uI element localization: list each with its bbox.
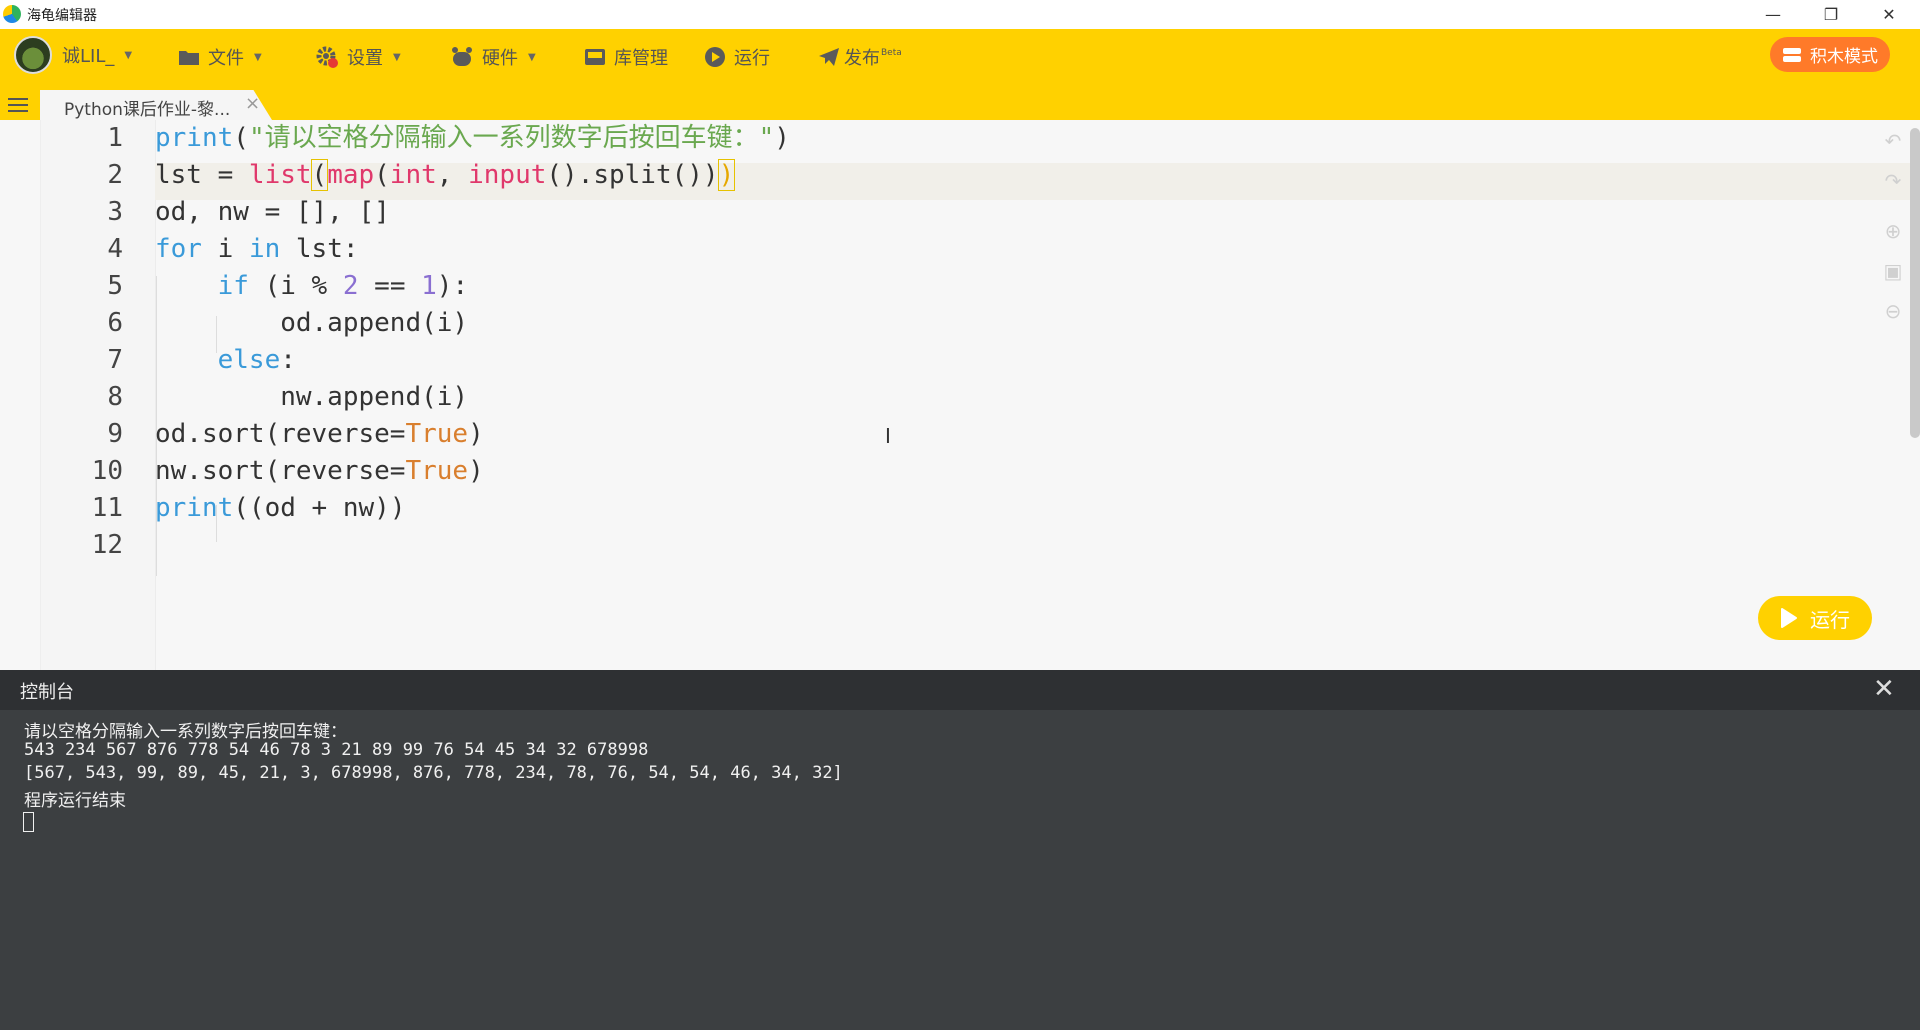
close-window-button[interactable]: ✕	[1860, 0, 1918, 29]
console-line: 543 234 567 876 778 54 46 78 3 21 89 99 …	[24, 740, 649, 760]
terminal-cursor	[23, 812, 34, 832]
avatar	[14, 36, 52, 74]
hamburger-menu-icon[interactable]	[8, 90, 32, 120]
code-text: for i in lst:	[155, 234, 359, 264]
tab-python-homework[interactable]: Python课后作业-黎... ×	[40, 90, 272, 120]
line-number: 1	[107, 123, 123, 153]
paper-plane-icon	[818, 47, 840, 67]
block-mode-button[interactable]: 积木模式	[1770, 37, 1890, 72]
title-bar: 海龟编辑器 — ❐ ✕	[0, 0, 1920, 29]
text-cursor-icon: I	[885, 424, 891, 448]
line-number: 5	[107, 271, 123, 301]
tab-label: Python课后作业-黎...	[64, 100, 231, 120]
code-line: 3 od, nw = [], []	[0, 194, 1900, 231]
reset-zoom-icon[interactable]: ▣	[1882, 260, 1904, 282]
play-circle-icon	[704, 46, 726, 68]
user-name: 诚LIL_	[62, 46, 115, 67]
code-text: if (i % 2 == 1):	[217, 271, 469, 301]
file-menu[interactable]: 文件 ▼	[178, 43, 262, 71]
settings-menu[interactable]: 设置 ▼	[315, 43, 401, 71]
redo-icon[interactable]: ↷	[1882, 170, 1904, 192]
run-label: 运行	[734, 48, 770, 69]
code-line: 8 nw.append(i)	[0, 379, 1900, 416]
window-title: 海龟编辑器	[27, 8, 97, 24]
library-label: 库管理	[614, 48, 668, 69]
console-header: 控制台 ✕	[0, 670, 1920, 710]
user-menu[interactable]: 诚LIL_ ▼	[14, 36, 133, 74]
tab-bar	[0, 90, 1920, 120]
hardware-menu-label: 硬件	[482, 48, 518, 69]
line-number: 12	[91, 530, 123, 560]
code-line: 6 od.append(i)	[0, 305, 1900, 342]
code-line: 1 print("请以空格分隔输入一系列数字后按回车键：")	[0, 120, 1900, 157]
block-mode-label: 积木模式	[1810, 47, 1878, 67]
beta-badge: Beta	[881, 48, 902, 58]
line-number: 8	[107, 382, 123, 412]
robot-icon	[450, 46, 474, 68]
maximize-button[interactable]: ❐	[1802, 0, 1860, 29]
code-line: 4 for i in lst:	[0, 231, 1900, 268]
code-editor[interactable]: 1 print("请以空格分隔输入一系列数字后按回车键：") 2 lst = lis…	[0, 120, 1920, 670]
line-number: 7	[107, 345, 123, 375]
code-line: 11 print((od + nw))	[0, 490, 1900, 527]
toolbar-run-button[interactable]: 运行	[704, 43, 770, 71]
main-toolbar: 诚LIL_ ▼ 文件 ▼ 设置 ▼ 硬件 ▼ 库管理 运行 发布 Beta	[0, 29, 1920, 90]
line-number: 6	[107, 308, 123, 338]
code-line: 10 nw.sort(reverse=True)	[0, 453, 1900, 490]
code-text: print((od + nw))	[155, 493, 406, 523]
editor-scrollbar[interactable]	[1910, 128, 1920, 438]
console-title: 控制台	[20, 682, 74, 703]
console-close-icon[interactable]: ✕	[1873, 674, 1895, 704]
zoom-out-icon[interactable]: ⊖	[1882, 300, 1904, 322]
undo-icon[interactable]: ↶	[1882, 130, 1904, 152]
console-line: 请以空格分隔输入一系列数字后按回车键：	[24, 722, 347, 742]
console-line: 程序运行结束	[24, 791, 126, 811]
line-number: 9	[107, 419, 123, 449]
app-logo-icon	[3, 5, 21, 23]
code-text: print("请以空格分隔输入一系列数字后按回车键：")	[155, 123, 790, 153]
code-text: nw.append(i)	[155, 382, 469, 412]
console-line: [567, 543, 99, 89, 45, 21, 3, 678998, 87…	[24, 763, 843, 783]
code-line: 12	[0, 527, 1900, 564]
code-line: 2 lst = list(map(int, input().split()))	[0, 157, 1900, 194]
inbox-icon	[584, 47, 606, 67]
folder-icon	[178, 48, 200, 66]
code-text: lst = list(map(int, input().split()))	[155, 159, 736, 191]
code-text: else:	[217, 345, 296, 375]
library-button[interactable]: 库管理	[584, 43, 668, 71]
chevron-down-icon: ▼	[393, 51, 401, 63]
line-number: 10	[91, 456, 123, 486]
line-number: 3	[107, 197, 123, 227]
code-text: od.append(i)	[155, 308, 469, 338]
zoom-in-icon[interactable]: ⊕	[1882, 220, 1904, 242]
settings-menu-label: 设置	[347, 48, 383, 69]
line-number: 4	[107, 234, 123, 264]
gear-icon	[315, 45, 339, 69]
file-menu-label: 文件	[208, 48, 244, 69]
code-text: od, nw = [], []	[155, 197, 390, 227]
code-line: 7 else:	[0, 342, 1900, 379]
chevron-down-icon: ▼	[528, 51, 536, 63]
code-line: 9 od.sort(reverse=True)	[0, 416, 1900, 453]
publish-label: 发布	[844, 48, 880, 69]
run-button[interactable]: 运行	[1758, 596, 1872, 640]
chevron-down-icon: ▼	[124, 49, 133, 61]
blocks-icon	[1782, 46, 1802, 64]
minimize-button[interactable]: —	[1744, 0, 1802, 29]
chevron-down-icon: ▼	[254, 51, 262, 63]
code-text: nw.sort(reverse=True)	[155, 456, 484, 486]
run-button-label: 运行	[1810, 607, 1850, 632]
play-icon	[1781, 608, 1797, 628]
publish-button[interactable]: 发布 Beta	[818, 43, 902, 71]
hardware-menu[interactable]: 硬件 ▼	[450, 43, 536, 71]
line-number: 11	[91, 493, 123, 523]
line-number: 2	[107, 160, 123, 190]
code-text: od.sort(reverse=True)	[155, 419, 484, 449]
code-line: 5 if (i % 2 == 1):	[0, 268, 1900, 305]
